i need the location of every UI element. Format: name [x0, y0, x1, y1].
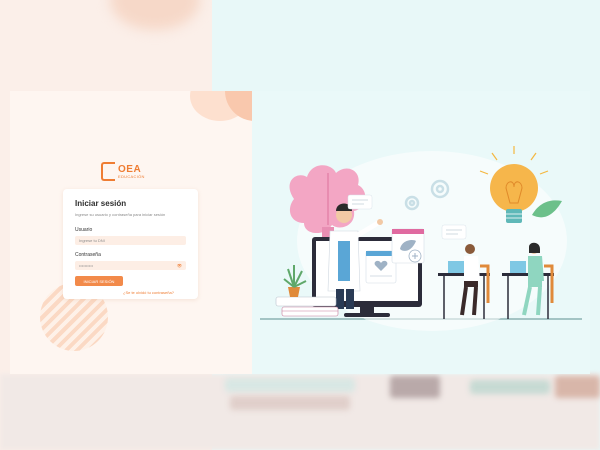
- login-modal: OEA EDUCACIÓN Iniciar sesión Ingrese su …: [10, 91, 590, 374]
- heart-card-icon: [365, 250, 397, 284]
- login-panel: OEA EDUCACIÓN Iniciar sesión Ingrese su …: [10, 91, 252, 374]
- brand-tagline: EDUCACIÓN: [118, 173, 145, 179]
- brand-name: OEA: [118, 163, 142, 175]
- backdrop-strip: [555, 376, 600, 398]
- laptop-icon: [448, 261, 464, 273]
- brand-logo: OEA EDUCACIÓN: [101, 162, 145, 181]
- illustration-panel: [252, 91, 590, 374]
- username-placeholder: Ingrese tu DNI: [79, 238, 105, 243]
- username-label: Usuario: [75, 227, 93, 233]
- login-card: Iniciar sesión Ingrese su usuario y cont…: [63, 189, 198, 299]
- login-button[interactable]: INICIAR SESIÓN: [75, 276, 123, 286]
- login-subtitle: Ingrese su usuario y contraseña para ini…: [75, 212, 166, 217]
- login-title: Iniciar sesión: [75, 199, 127, 208]
- password-value: ••••••••••: [79, 263, 94, 268]
- backdrop-strip: [230, 396, 350, 410]
- username-input[interactable]: Ingrese tu DNI: [75, 236, 186, 245]
- eye-icon[interactable]: 👁: [177, 263, 182, 268]
- password-input[interactable]: •••••••••• 👁: [75, 261, 186, 270]
- laptop-icon: [510, 261, 526, 273]
- chat-bubble: [441, 224, 467, 240]
- forgot-password-link[interactable]: ¿Se te olvidó tu contraseña?: [123, 290, 174, 295]
- backdrop-strip: [470, 380, 550, 394]
- plant-icon: [283, 265, 307, 297]
- logo-icon: [101, 162, 115, 181]
- backdrop-strip: [390, 376, 440, 398]
- chat-bubble: [347, 194, 373, 210]
- backdrop-strip: [225, 378, 355, 392]
- password-label: Contraseña: [75, 252, 101, 258]
- education-illustration: [260, 146, 582, 331]
- add-card-icon: [391, 228, 425, 264]
